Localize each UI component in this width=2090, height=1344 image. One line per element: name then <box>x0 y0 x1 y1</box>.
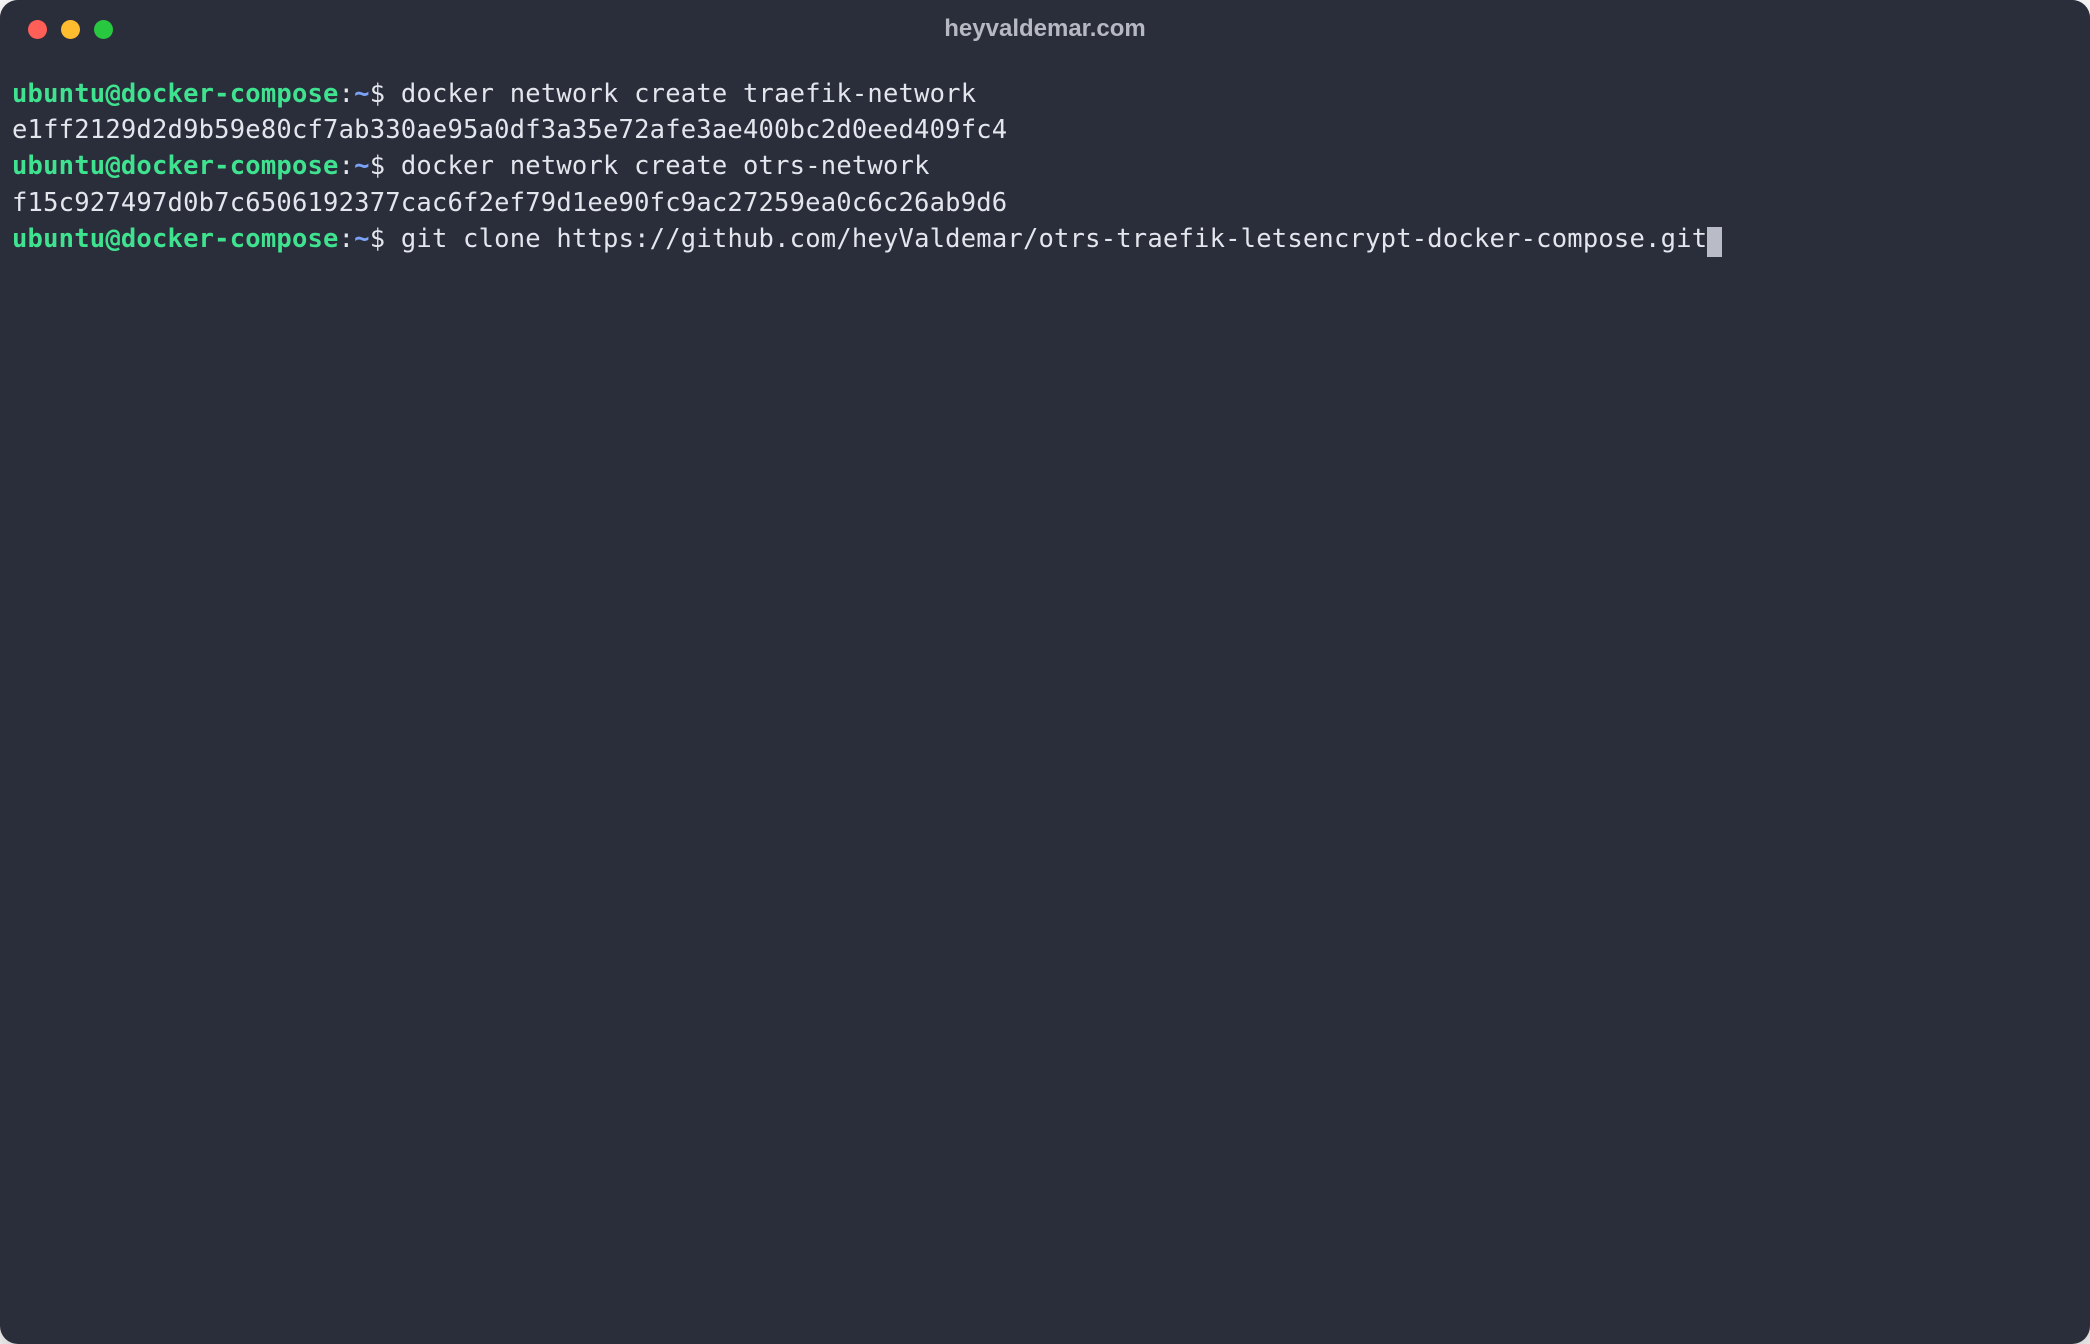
terminal-body[interactable]: ubuntu@docker-compose:~$ docker network … <box>0 58 2090 1344</box>
command-text: docker network create traefik-network <box>385 79 976 109</box>
prompt-path: ~ <box>354 151 370 181</box>
maximize-icon[interactable] <box>94 20 113 39</box>
prompt-path: ~ <box>354 79 370 109</box>
prompt-path: ~ <box>354 224 370 254</box>
terminal-line: ubuntu@docker-compose:~$ docker network … <box>12 148 2078 184</box>
close-icon[interactable] <box>28 20 47 39</box>
traffic-lights <box>0 20 113 39</box>
minimize-icon[interactable] <box>61 20 80 39</box>
prompt-user-host: ubuntu@docker-compose <box>12 79 339 109</box>
prompt-symbol: $ <box>370 79 386 109</box>
prompt-separator: : <box>339 79 355 109</box>
prompt-symbol: $ <box>370 224 386 254</box>
terminal-output: e1ff2129d2d9b59e80cf7ab330ae95a0df3a35e7… <box>12 112 2078 148</box>
prompt-user-host: ubuntu@docker-compose <box>12 151 339 181</box>
prompt-separator: : <box>339 151 355 181</box>
terminal-window: heyvaldemar.com ubuntu@docker-compose:~$… <box>0 0 2090 1344</box>
cursor-icon <box>1707 227 1722 257</box>
terminal-line: ubuntu@docker-compose:~$ docker network … <box>12 76 2078 112</box>
titlebar: heyvaldemar.com <box>0 0 2090 58</box>
window-title: heyvaldemar.com <box>0 15 2090 43</box>
prompt-separator: : <box>339 224 355 254</box>
command-text: docker network create otrs-network <box>385 151 929 181</box>
terminal-line: ubuntu@docker-compose:~$ git clone https… <box>12 221 2078 257</box>
terminal-output: f15c927497d0b7c6506192377cac6f2ef79d1ee9… <box>12 185 2078 221</box>
prompt-symbol: $ <box>370 151 386 181</box>
prompt-user-host: ubuntu@docker-compose <box>12 224 339 254</box>
command-text: git clone https://github.com/heyValdemar… <box>385 224 1707 254</box>
